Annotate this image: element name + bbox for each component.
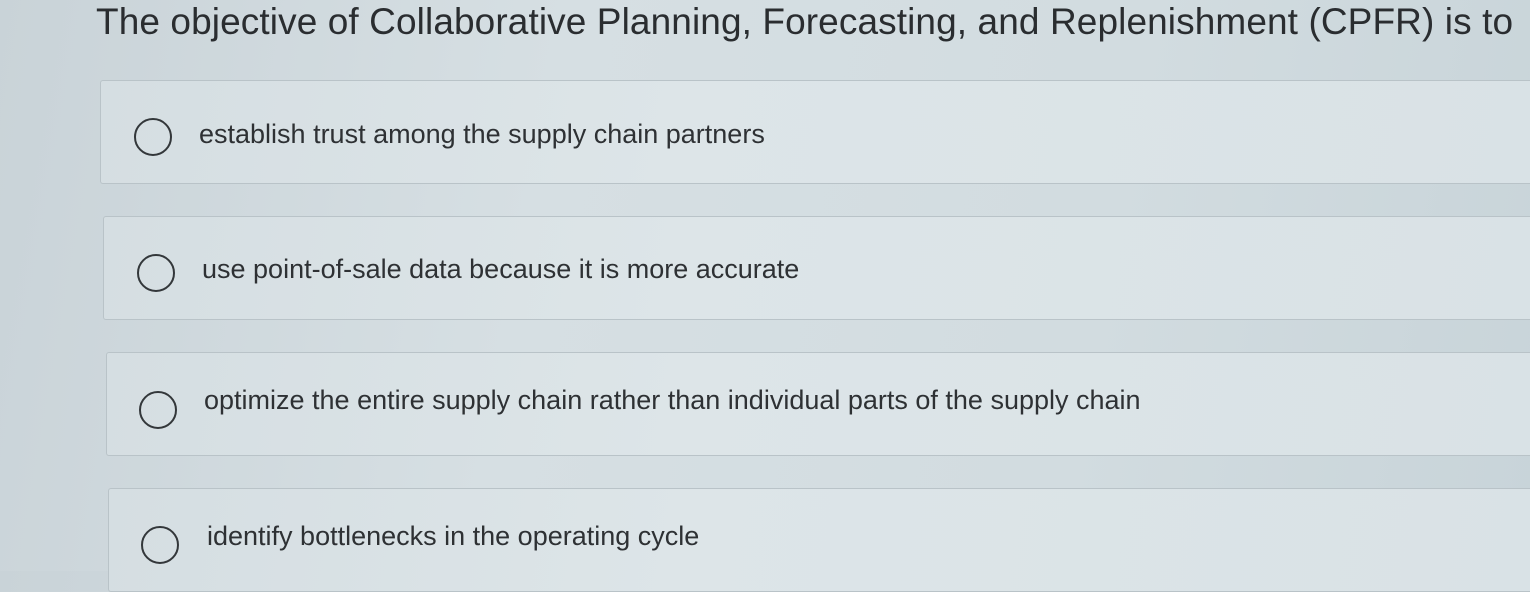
answer-option-label: identify bottlenecks in the operating cy… <box>207 521 700 551</box>
radio-unselected-icon[interactable] <box>134 118 172 156</box>
radio-unselected-icon[interactable] <box>141 526 179 564</box>
question-text: The objective of Collaborative Planning,… <box>96 1 1514 42</box>
answer-option-4[interactable]: identify bottlenecks in the operating cy… <box>108 488 1530 592</box>
radio-unselected-icon[interactable] <box>139 391 177 429</box>
answer-option-1[interactable]: establish trust among the supply chain p… <box>100 80 1530 184</box>
answer-option-3[interactable]: optimize the entire supply chain rather … <box>106 352 1530 456</box>
answer-option-label: optimize the entire supply chain rather … <box>204 385 1141 415</box>
answer-option-label: establish trust among the supply chain p… <box>199 119 765 149</box>
answer-option-2[interactable]: use point-of-sale data because it is mor… <box>103 216 1530 320</box>
answer-option-label: use point-of-sale data because it is mor… <box>202 254 800 284</box>
radio-unselected-icon[interactable] <box>137 254 175 292</box>
